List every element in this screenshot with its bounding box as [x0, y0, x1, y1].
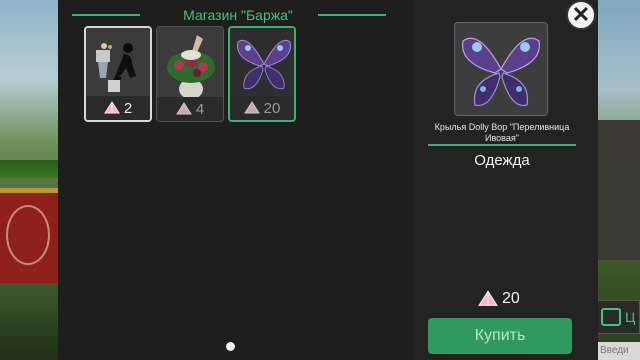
rail-decoration	[0, 160, 60, 178]
chat-input[interactable]: Введи	[596, 342, 640, 360]
shop-window: Магазин "Баржа" 2 4 20 ✕ Крылья Dolly Bo…	[58, 0, 598, 360]
item-name-divider	[428, 144, 576, 146]
item-price: 2	[86, 96, 150, 120]
chat-button-label: Ц	[625, 309, 636, 325]
gem-icon	[243, 101, 260, 114]
chat-button[interactable]: Ц	[596, 300, 640, 334]
butterfly-wings-image	[230, 28, 294, 100]
title-divider-left	[72, 14, 140, 16]
shop-title: Магазин "Баржа"	[183, 7, 293, 23]
item-price-value: 20	[263, 99, 281, 117]
item-price-value: 4	[195, 100, 205, 118]
shop-item-flower-hat[interactable]: 4	[156, 26, 224, 122]
mannequin-accessory-image	[86, 28, 150, 100]
shop-item-butterfly-wings[interactable]: 20	[228, 26, 296, 122]
close-icon: ✕	[571, 2, 591, 27]
gem-icon	[103, 101, 120, 114]
gem-icon	[175, 102, 192, 115]
item-price: 20	[230, 96, 294, 120]
carpet-decoration	[0, 188, 60, 293]
item-price: 4	[157, 97, 223, 121]
butterfly-wings-preview-image	[462, 37, 540, 107]
shop-item-mannequin[interactable]: 2	[84, 26, 152, 122]
flower-hat-image	[157, 27, 223, 99]
close-button[interactable]: ✕	[566, 0, 596, 30]
item-name: Крылья Dolly Bop "Переливница Ивовая"	[434, 122, 570, 143]
detail-price-value: 20	[502, 290, 520, 307]
buy-button[interactable]: Купить	[428, 318, 572, 354]
detail-price: 20	[478, 290, 520, 308]
title-divider-right	[318, 14, 386, 16]
item-category: Одежда	[474, 152, 530, 169]
item-preview	[454, 22, 548, 116]
gem-icon	[478, 290, 498, 306]
item-price-value: 2	[123, 99, 133, 117]
page-indicator-dot[interactable]	[226, 342, 235, 351]
chat-icon	[601, 308, 621, 326]
boat-structure	[598, 120, 640, 260]
grass-left	[0, 283, 60, 360]
